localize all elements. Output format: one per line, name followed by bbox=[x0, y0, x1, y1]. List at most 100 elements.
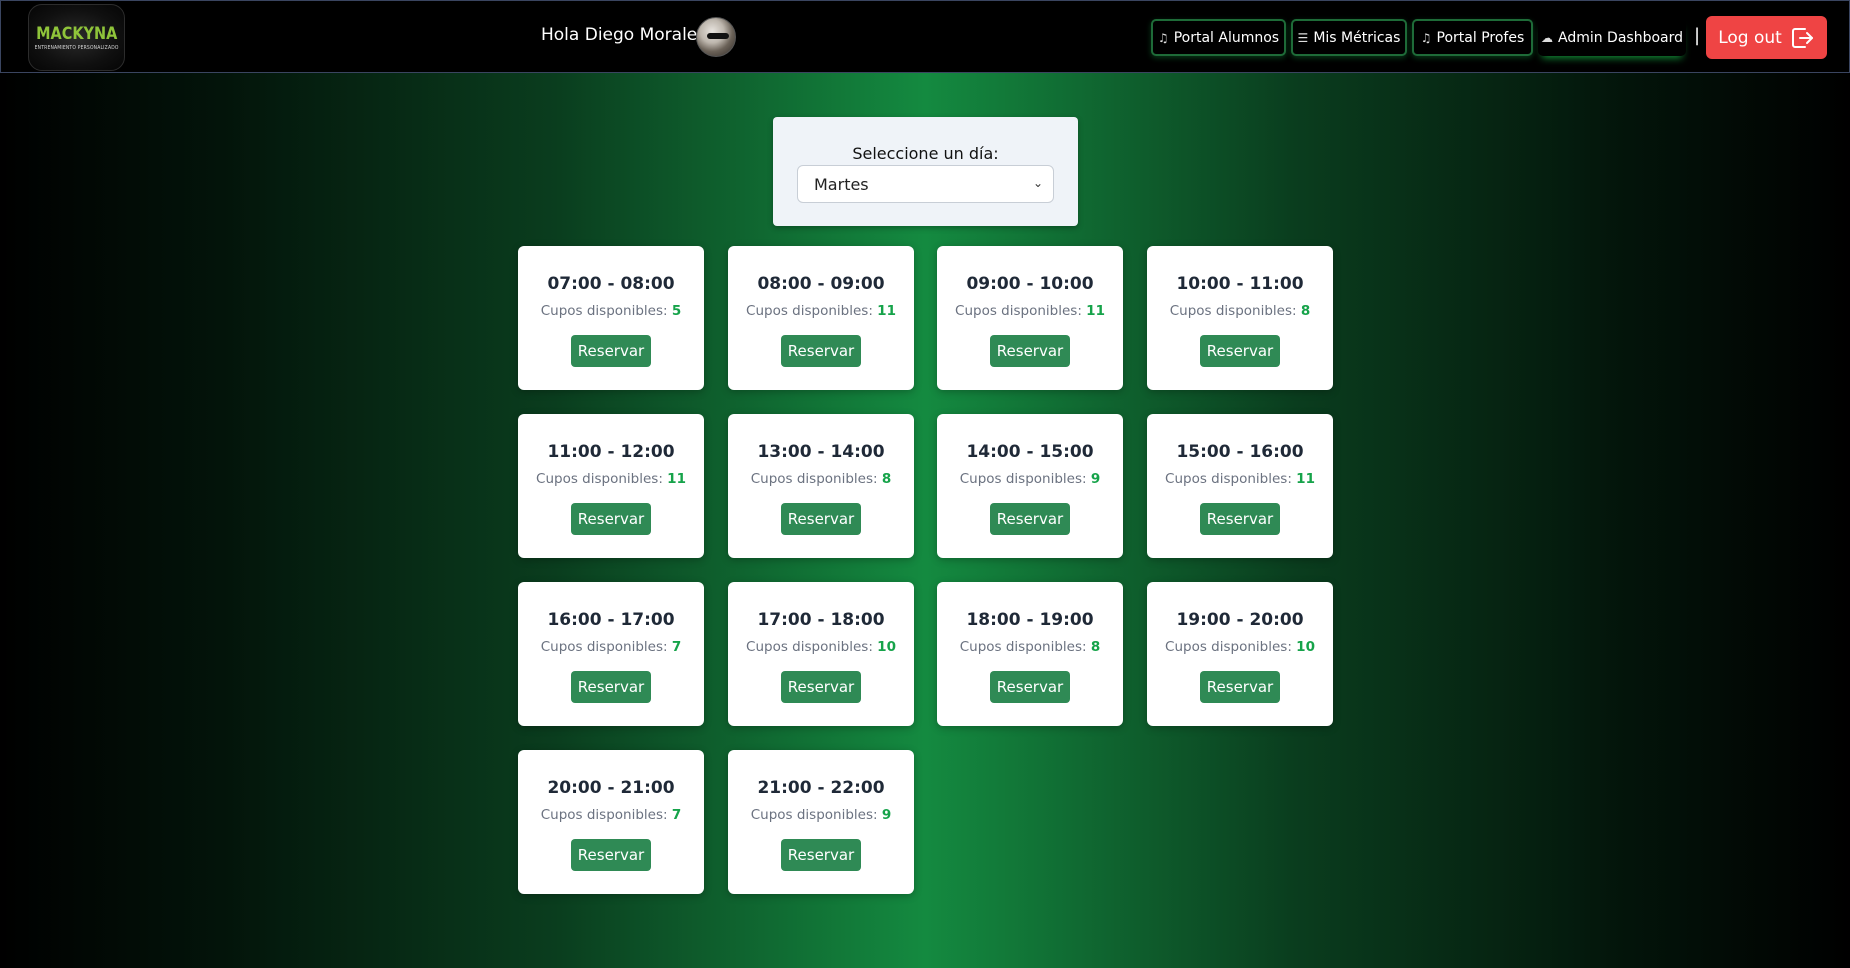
slot-cupos: Cupos disponibles: 5 bbox=[518, 303, 704, 319]
slot-cupos: Cupos disponibles: 8 bbox=[937, 639, 1123, 655]
slot-cupos: Cupos disponibles: 7 bbox=[518, 639, 704, 655]
slot-time: 13:00 - 14:00 bbox=[757, 442, 885, 462]
slot-card: 14:00 - 15:00 Cupos disponibles: 9 Reserva… bbox=[937, 414, 1123, 558]
reservar-button[interactable]: Reservar bbox=[781, 839, 861, 871]
logo-tagline: ENTRENAMIENTO PERSONALIZADO bbox=[34, 44, 119, 51]
reservar-button[interactable]: Reservar bbox=[990, 671, 1070, 703]
cupos-count: 9 bbox=[1090, 471, 1101, 487]
cupos-label: Cupos disponibles: bbox=[959, 639, 1087, 655]
cupos-label: Cupos disponibles: bbox=[750, 471, 878, 487]
admin-dashboard-button[interactable]: ☁ Admin Dashboard bbox=[1538, 19, 1686, 56]
cupos-label: Cupos disponibles: bbox=[1165, 639, 1292, 655]
slot-time: 19:00 - 20:00 bbox=[1176, 610, 1304, 630]
cupos-label: Cupos disponibles: bbox=[1169, 303, 1297, 319]
navbar: MACKYNA ENTRENAMIENTO PERSONALIZADO Hola… bbox=[0, 0, 1850, 73]
music-note-icon: ♫ bbox=[1157, 30, 1169, 45]
slot-card: 15:00 - 16:00 Cupos disponibles: 11 Reserv… bbox=[1147, 414, 1333, 558]
slot-time: 20:00 - 21:00 bbox=[547, 778, 675, 798]
slot-cupos: Cupos disponibles: 9 bbox=[728, 807, 914, 823]
slot-cupos: Cupos disponibles: 11 bbox=[728, 303, 914, 319]
slot-time: 16:00 - 17:00 bbox=[547, 610, 675, 630]
cupos-count: 11 bbox=[667, 471, 686, 487]
reservar-button[interactable]: Reservar bbox=[571, 335, 651, 367]
slot-cupos: Cupos disponibles: 11 bbox=[937, 303, 1123, 319]
reservar-button[interactable]: Reservar bbox=[990, 335, 1070, 367]
cupos-count: 11 bbox=[877, 303, 896, 319]
reservar-button[interactable]: Reservar bbox=[990, 503, 1070, 535]
reservar-button[interactable]: Reservar bbox=[781, 335, 861, 367]
slot-cupos: Cupos disponibles: 11 bbox=[1147, 471, 1333, 487]
nav-separator: | bbox=[1694, 25, 1701, 46]
slot-card: 10:00 - 11:00 Cupos disponibles: 8 Reserva… bbox=[1147, 246, 1333, 390]
slot-card: 21:00 - 22:00 Cupos disponibles: 9 Reserva… bbox=[728, 750, 914, 894]
cupos-label: Cupos disponibles: bbox=[750, 807, 878, 823]
cupos-count: 8 bbox=[1090, 639, 1101, 655]
slot-card: 13:00 - 14:00 Cupos disponibles: 8 Reserva… bbox=[728, 414, 914, 558]
reservar-button[interactable]: Reservar bbox=[781, 503, 861, 535]
chevron-down-icon: ⌄ bbox=[1032, 176, 1043, 190]
mis-metricas-button[interactable]: ☰ Mis Métricas bbox=[1291, 19, 1407, 56]
slot-cupos: Cupos disponibles: 8 bbox=[728, 471, 914, 487]
slot-time: 21:00 - 22:00 bbox=[757, 778, 885, 798]
cupos-count: 7 bbox=[671, 807, 682, 823]
cupos-count: 8 bbox=[881, 471, 892, 487]
slot-time: 18:00 - 19:00 bbox=[966, 610, 1094, 630]
slot-card: 11:00 - 12:00 Cupos disponibles: 11 Reserv… bbox=[518, 414, 704, 558]
slot-card: 07:00 - 08:00 Cupos disponibles: 5 Reserva… bbox=[518, 246, 704, 390]
cupos-label: Cupos disponibles: bbox=[540, 807, 668, 823]
cupos-label: Cupos disponibles: bbox=[540, 639, 668, 655]
slot-time: 08:00 - 09:00 bbox=[757, 274, 885, 294]
cupos-label: Cupos disponibles: bbox=[955, 303, 1082, 319]
reservar-button[interactable]: Reservar bbox=[571, 671, 651, 703]
logout-button[interactable]: Log out bbox=[1706, 16, 1827, 59]
slot-card: 08:00 - 09:00 Cupos disponibles: 11 Reserv… bbox=[728, 246, 914, 390]
day-selector-label: Seleccione un día: bbox=[852, 144, 999, 163]
cupos-count: 10 bbox=[1296, 639, 1315, 655]
slot-cupos: Cupos disponibles: 10 bbox=[1147, 639, 1333, 655]
cupos-count: 10 bbox=[877, 639, 896, 655]
slot-time: 17:00 - 18:00 bbox=[757, 610, 885, 630]
reservar-button[interactable]: Reservar bbox=[781, 671, 861, 703]
slot-cupos: Cupos disponibles: 7 bbox=[518, 807, 704, 823]
cupos-count: 5 bbox=[671, 303, 682, 319]
reservar-button[interactable]: Reservar bbox=[1200, 335, 1280, 367]
logout-icon bbox=[1791, 27, 1815, 49]
cloud-icon: ☁ bbox=[1540, 30, 1553, 45]
reservar-button[interactable]: Reservar bbox=[571, 839, 651, 871]
slot-card: 09:00 - 10:00 Cupos disponibles: 11 Reserv… bbox=[937, 246, 1123, 390]
slot-cupos: Cupos disponibles: 8 bbox=[1147, 303, 1333, 319]
day-select-dropdown[interactable]: Martes ⌄ bbox=[797, 165, 1054, 203]
reservar-button[interactable]: Reservar bbox=[1200, 503, 1280, 535]
slot-cupos: Cupos disponibles: 11 bbox=[518, 471, 704, 487]
reservar-button[interactable]: Reservar bbox=[1200, 671, 1280, 703]
list-icon: ☰ bbox=[1297, 30, 1309, 45]
slot-card: 19:00 - 20:00 Cupos disponibles: 10 Reserv… bbox=[1147, 582, 1333, 726]
slot-card: 20:00 - 21:00 Cupos disponibles: 7 Reserva… bbox=[518, 750, 704, 894]
cupos-label: Cupos disponibles: bbox=[540, 303, 668, 319]
greeting-text: Hola Diego Morales! bbox=[541, 25, 713, 45]
day-selector-panel: Seleccione un día: Martes ⌄ bbox=[773, 117, 1078, 226]
portal-profes-button[interactable]: ♫ Portal Profes bbox=[1412, 19, 1533, 56]
slot-cupos: Cupos disponibles: 10 bbox=[728, 639, 914, 655]
admin-dashboard-label: Admin Dashboard bbox=[1557, 29, 1684, 46]
cupos-label: Cupos disponibles: bbox=[746, 639, 873, 655]
portal-alumnos-label: Portal Alumnos bbox=[1173, 29, 1280, 46]
mis-metricas-label: Mis Métricas bbox=[1313, 29, 1401, 46]
logo-text: MACKYNA bbox=[35, 23, 118, 44]
cupos-label: Cupos disponibles: bbox=[959, 471, 1087, 487]
slot-card: 18:00 - 19:00 Cupos disponibles: 8 Reserva… bbox=[937, 582, 1123, 726]
slot-card: 17:00 - 18:00 Cupos disponibles: 10 Reserv… bbox=[728, 582, 914, 726]
brand-logo[interactable]: MACKYNA ENTRENAMIENTO PERSONALIZADO bbox=[28, 4, 125, 71]
reservar-button[interactable]: Reservar bbox=[571, 503, 651, 535]
avatar-glasses bbox=[707, 33, 729, 39]
portal-alumnos-button[interactable]: ♫ Portal Alumnos bbox=[1151, 19, 1286, 56]
slot-time: 11:00 - 12:00 bbox=[547, 442, 675, 462]
slot-time: 09:00 - 10:00 bbox=[966, 274, 1094, 294]
slot-card: 16:00 - 17:00 Cupos disponibles: 7 Reserva… bbox=[518, 582, 704, 726]
portal-profes-label: Portal Profes bbox=[1436, 29, 1525, 46]
slot-time: 15:00 - 16:00 bbox=[1176, 442, 1304, 462]
logout-label: Log out bbox=[1718, 27, 1782, 48]
avatar[interactable] bbox=[696, 17, 736, 57]
slot-time: 14:00 - 15:00 bbox=[966, 442, 1094, 462]
slot-cupos: Cupos disponibles: 9 bbox=[937, 471, 1123, 487]
